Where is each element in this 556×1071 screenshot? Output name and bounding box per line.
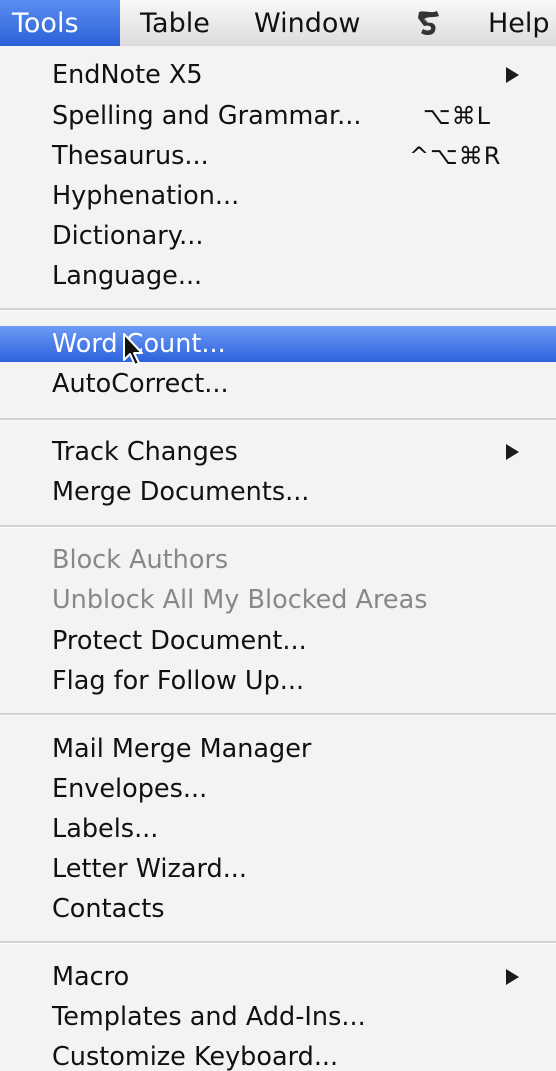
menu-item-customize-keyboard-label: Customize Keyboard... <box>52 1042 339 1071</box>
submenu-arrow-icon <box>506 969 519 985</box>
tools-menu-dropdown: EndNote X5 Spelling and Grammar... ⌥⌘L T… <box>0 46 556 1071</box>
menu-item-macro[interactable]: Macro <box>0 959 556 995</box>
submenu-arrow-icon <box>506 444 519 460</box>
menu-item-language[interactable]: Language... <box>0 258 556 294</box>
menu-item-templates-addins[interactable]: Templates and Add-Ins... <box>0 999 556 1035</box>
menu-window-label: Window <box>254 7 361 39</box>
menu-item-protect-document-label: Protect Document... <box>52 626 307 656</box>
menu-item-letter-wizard[interactable]: Letter Wizard... <box>0 851 556 887</box>
menu-item-thesaurus[interactable]: Thesaurus... ^⌥⌘R <box>0 138 556 174</box>
menu-item-spelling-grammar[interactable]: Spelling and Grammar... ⌥⌘L <box>0 98 556 134</box>
menu-item-merge-documents-label: Merge Documents... <box>52 477 310 507</box>
applescript-icon <box>418 11 439 36</box>
menu-item-block-authors: Block Authors <box>0 542 556 578</box>
menu-item-block-authors-label: Block Authors <box>52 545 229 575</box>
menu-item-word-count[interactable]: Word Count... <box>0 326 556 362</box>
menu-item-macro-label: Macro <box>52 962 130 992</box>
screen: Tools Table Window Help EndNote X5 Spell… <box>0 0 556 1071</box>
menu-item-contacts[interactable]: Contacts <box>0 891 556 927</box>
menu-table-label: Table <box>140 7 210 39</box>
menu-separator <box>0 713 556 716</box>
menu-item-mail-merge-manager-label: Mail Merge Manager <box>52 734 312 764</box>
menu-separator <box>0 525 556 528</box>
menu-item-endnote-label: EndNote X5 <box>52 60 203 90</box>
menu-item-thesaurus-shortcut: ^⌥⌘R <box>409 142 502 170</box>
menu-item-track-changes[interactable]: Track Changes <box>0 434 556 470</box>
menu-item-customize-keyboard[interactable]: Customize Keyboard... <box>0 1039 556 1071</box>
mouse-pointer-icon <box>123 333 143 366</box>
menu-item-autocorrect-label: AutoCorrect... <box>52 369 229 399</box>
menu-item-merge-documents[interactable]: Merge Documents... <box>0 474 556 510</box>
menu-item-contacts-label: Contacts <box>52 894 165 924</box>
menu-item-hyphenation-label: Hyphenation... <box>52 181 240 211</box>
menu-item-unblock-areas: Unblock All My Blocked Areas <box>0 582 556 618</box>
menu-item-autocorrect[interactable]: AutoCorrect... <box>0 366 556 402</box>
menu-item-spelling-grammar-label: Spelling and Grammar... <box>52 101 362 131</box>
menu-separator <box>0 418 556 421</box>
menu-item-language-label: Language... <box>52 261 203 291</box>
menu-item-envelopes-label: Envelopes... <box>52 774 208 804</box>
menu-window[interactable]: Window <box>248 0 388 46</box>
submenu-arrow-icon <box>506 67 519 83</box>
menu-item-letter-wizard-label: Letter Wizard... <box>52 854 248 884</box>
menu-item-hyphenation[interactable]: Hyphenation... <box>0 178 556 214</box>
menu-tools-label: Tools <box>12 7 79 39</box>
menu-item-envelopes[interactable]: Envelopes... <box>0 771 556 807</box>
menu-script[interactable] <box>388 0 470 46</box>
menu-help[interactable]: Help <box>470 0 556 46</box>
menu-item-endnote[interactable]: EndNote X5 <box>0 57 556 93</box>
menu-item-thesaurus-label: Thesaurus... <box>52 141 209 171</box>
menu-item-dictionary[interactable]: Dictionary... <box>0 218 556 254</box>
menu-separator <box>0 308 556 311</box>
menu-item-templates-addins-label: Templates and Add-Ins... <box>52 1002 366 1032</box>
menu-item-flag-follow-up[interactable]: Flag for Follow Up... <box>0 663 556 699</box>
menu-item-labels-label: Labels... <box>52 814 159 844</box>
menu-item-protect-document[interactable]: Protect Document... <box>0 623 556 659</box>
menu-help-label: Help <box>488 7 550 39</box>
menu-item-mail-merge-manager[interactable]: Mail Merge Manager <box>0 731 556 767</box>
menu-item-track-changes-label: Track Changes <box>52 437 238 467</box>
menu-item-spelling-grammar-shortcut: ⌥⌘L <box>423 102 492 130</box>
menu-tools[interactable]: Tools <box>0 0 120 46</box>
menu-bar: Tools Table Window Help <box>0 0 556 47</box>
menu-item-unblock-areas-label: Unblock All My Blocked Areas <box>52 585 428 615</box>
menu-item-dictionary-label: Dictionary... <box>52 221 204 251</box>
menu-separator <box>0 941 556 944</box>
menu-item-labels[interactable]: Labels... <box>0 811 556 847</box>
menu-table[interactable]: Table <box>120 0 248 46</box>
menu-item-flag-follow-up-label: Flag for Follow Up... <box>52 666 305 696</box>
